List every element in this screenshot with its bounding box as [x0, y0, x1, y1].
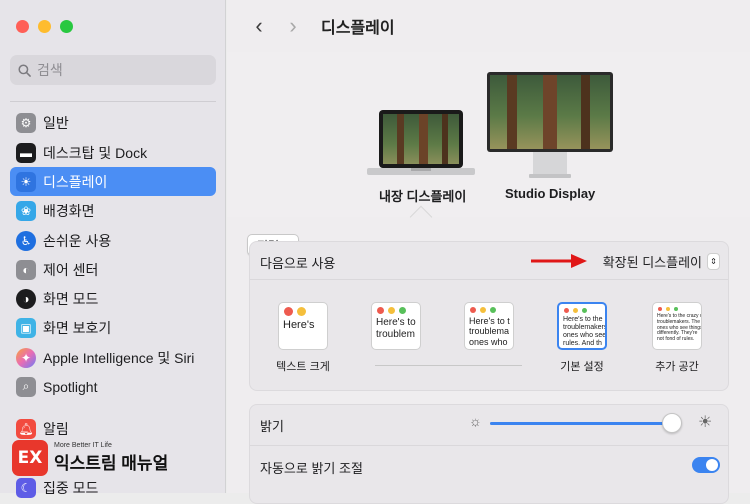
sidebar-item-label: Spotlight [43, 378, 98, 395]
auto-brightness-toggle[interactable] [692, 457, 720, 473]
bell-icon: 🔔︎ [16, 418, 36, 439]
resolution-option-more-space[interactable]: Here's to the crazy ones troublemakers. … [652, 302, 702, 350]
use-as-panel: 다음으로 사용 확장된 디스플레이 ⇕ Here's 텍스트 크게 Here's… [249, 241, 729, 391]
sidebar-item-desktop-dock[interactable]: ▬ 데스크탑 및 Dock [10, 138, 216, 167]
resolution-preview-text: Here's to troublem [376, 317, 416, 340]
resolution-preview-text: Here's [283, 319, 315, 331]
panel-divider [250, 279, 728, 280]
resolution-track-line [375, 365, 522, 366]
brightness-slider-knob[interactable] [662, 413, 682, 433]
watermark: EX More Better IT Life 익스트림 매뉴얼 [12, 440, 168, 476]
siri-icon: ✦ [16, 347, 36, 368]
sidebar-item-appearance[interactable]: ◑ 화면 모드 [10, 284, 216, 313]
selected-pointer [409, 205, 433, 229]
main-pane: ‹ › 디스플레이 내장 디스플레이 Studio Display 다음으로 사… [227, 0, 750, 504]
resolution-option-3[interactable]: Here's to t troublema ones who [464, 302, 514, 350]
sidebar-item-label: 화면 모드 [43, 290, 99, 307]
flower-icon: ❀ [16, 200, 36, 221]
chevron-updown-icon: ⇕ [707, 253, 720, 270]
use-as-value: 확장된 디스플레이 [602, 255, 702, 270]
page-title: 디스플레이 [321, 20, 395, 37]
sidebar-item-spotlight[interactable]: ⌕ Spotlight [10, 372, 216, 401]
sidebar-divider [10, 101, 216, 102]
sidebar: 검색 ⚙ 일반 ▬ 데스크탑 및 Dock ☀ 디스플레이 ❀ 배경화면 ♿ 손… [0, 0, 226, 498]
resolution-preview-text: Here's to the crazy ones troublemakers. … [657, 313, 702, 342]
close-button[interactable] [16, 20, 29, 33]
use-as-label: 다음으로 사용 [260, 256, 336, 271]
auto-brightness-label: 자동으로 밝기 조절 [260, 461, 363, 476]
accessibility-icon: ♿ [16, 230, 36, 251]
studio-display-label: Studio Display [505, 186, 596, 201]
sidebar-item-label: 배경화면 [43, 202, 95, 219]
sun-icon: ☀ [16, 171, 36, 192]
moon-icon: ☾ [16, 477, 36, 498]
sidebar-item-general[interactable]: ⚙ 일반 [10, 108, 216, 137]
resolution-label-more-space: 추가 공간 [655, 361, 699, 373]
sidebar-item-screensaver[interactable]: ▣ 화면 보호기 [10, 313, 216, 342]
brightness-divider [250, 445, 728, 446]
forward-button[interactable]: › [283, 15, 303, 37]
sidebar-item-control-center[interactable]: ◐ 제어 센터 [10, 255, 216, 284]
resolution-label-default: 기본 설정 [560, 361, 604, 373]
resolution-option-default[interactable]: Here's to the troublemakers. ones who se… [557, 302, 607, 350]
resolution-option-larger-text[interactable]: Here's [278, 302, 328, 350]
dock-icon: ▬ [16, 142, 36, 163]
watermark-logo: EX [12, 440, 48, 476]
sidebar-item-wallpaper[interactable]: ❀ 배경화면 [10, 196, 216, 225]
resolution-label-larger-text: 텍스트 크게 [276, 361, 330, 373]
minimize-button[interactable] [38, 20, 51, 33]
search-field[interactable]: 검색 [10, 55, 216, 85]
builtin-display-icon[interactable] [367, 108, 475, 178]
sidebar-item-label: 집중 모드 [43, 479, 99, 496]
sidebar-item-displays[interactable]: ☀ 디스플레이 [10, 167, 216, 196]
brightness-low-icon: ☼ [469, 413, 482, 429]
screensaver-icon: ▣ [16, 317, 36, 338]
resolution-preview-text: Here's to the troublemakers. ones who se… [563, 316, 607, 348]
brightness-slider-fill [490, 422, 673, 425]
gear-icon: ⚙ [16, 112, 36, 133]
sidebar-item-focus[interactable]: ☾ 집중 모드 [10, 473, 216, 502]
use-as-select[interactable]: 확장된 디스플레이 ⇕ [603, 252, 720, 271]
window-controls [16, 20, 73, 33]
control-center-icon: ◐ [16, 259, 36, 280]
brightness-high-icon: ☀ [698, 414, 713, 431]
sidebar-item-label: 알림 [43, 420, 69, 437]
back-button[interactable]: ‹ [249, 15, 269, 37]
sidebar-item-apple-intelligence-siri[interactable]: ✦ Apple Intelligence 및 Siri [10, 343, 216, 372]
sidebar-item-label: 디스플레이 [43, 173, 108, 190]
search-icon [18, 63, 31, 77]
sidebar-item-label: 손쉬운 사용 [43, 232, 112, 249]
sidebar-item-label: 화면 보호기 [43, 319, 112, 336]
watermark-name: 익스트림 매뉴얼 [54, 454, 169, 473]
sidebar-item-accessibility[interactable]: ♿ 손쉬운 사용 [10, 226, 216, 255]
resolution-option-2[interactable]: Here's to troublem [371, 302, 421, 350]
sidebar-item-notifications[interactable]: 🔔︎ 알림 [10, 414, 216, 443]
builtin-display-label: 내장 디스플레이 [379, 189, 467, 204]
brightness-panel: 밝기 ☼ ☀ 자동으로 밝기 조절 [249, 404, 729, 504]
brightness-label: 밝기 [260, 419, 284, 434]
toolbar: ‹ › 디스플레이 [227, 0, 750, 52]
red-arrow-annotation [531, 253, 587, 274]
display-arrangement: 정렬... 내장 디스플레이 Studio Display [227, 52, 750, 256]
watermark-tagline: More Better IT Life [54, 442, 112, 449]
resolution-preview-text: Here's to t troublema ones who [469, 316, 510, 347]
studio-display-icon[interactable] [485, 72, 615, 180]
sidebar-item-label: Apple Intelligence 및 Siri [43, 349, 195, 366]
appearance-icon: ◑ [16, 288, 36, 309]
spotlight-search-icon: ⌕ [16, 376, 36, 397]
brightness-slider[interactable] [490, 413, 682, 433]
search-placeholder: 검색 [37, 62, 63, 78]
sidebar-item-label: 데스크탑 및 Dock [43, 144, 148, 161]
sidebar-item-label: 제어 센터 [43, 261, 99, 278]
sidebar-item-label: 일반 [43, 114, 69, 131]
zoom-button[interactable] [60, 20, 73, 33]
